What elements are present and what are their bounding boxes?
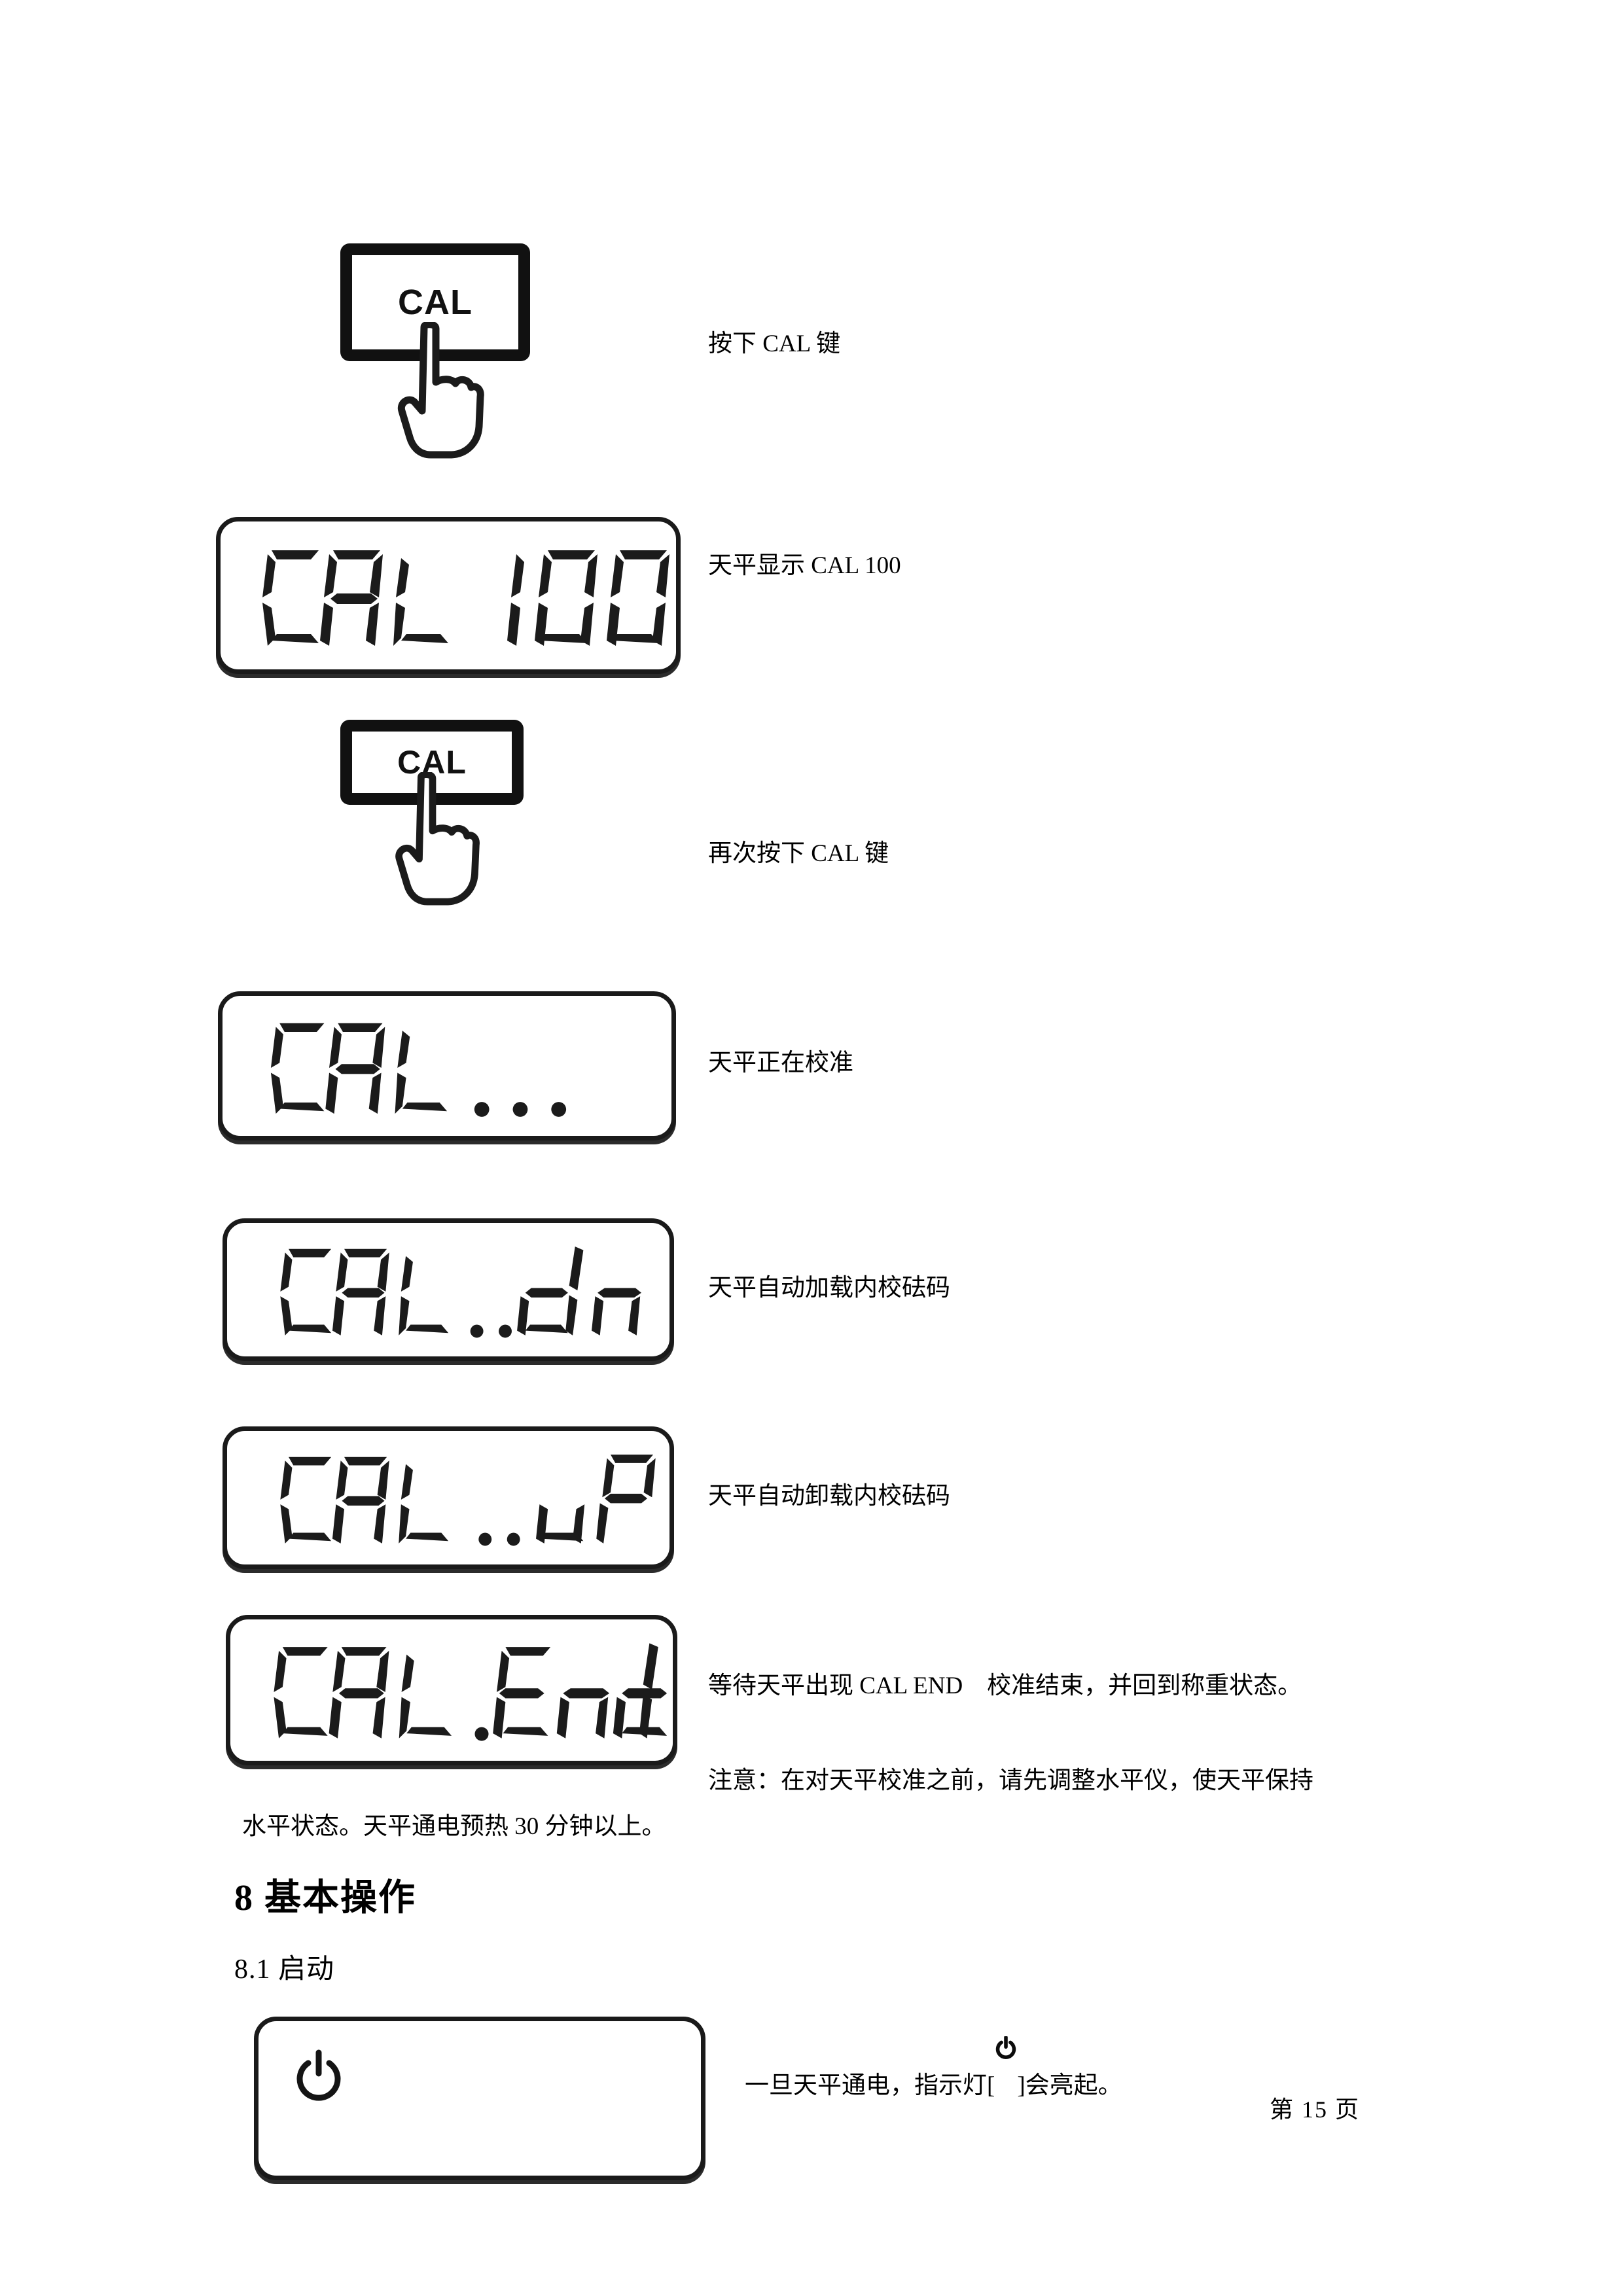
seven-segment-cal-up <box>280 1455 656 1546</box>
subsection-heading-8-1: 8.1 启动 <box>234 1954 335 1985</box>
cal-key-figure-2: CAL <box>340 720 524 916</box>
caption-startup-before: 一旦天平通电，指示灯 <box>745 2072 987 2099</box>
step-press-cal-again: CAL <box>340 720 524 916</box>
caption-display-cal-up: 天平自动卸载内校砝码 <box>708 1483 950 1510</box>
pointing-hand-icon <box>397 322 484 459</box>
note-line-2: 水平状态。天平通电预热 30 分钟以上。 <box>242 1813 666 1840</box>
lcd-display-cal-up: CAL ..uP <box>223 1426 674 1569</box>
caption-startup-bracket-open: [ <box>987 2072 995 2099</box>
lcd-display-cal-dn: CAL ..dn <box>223 1218 674 1361</box>
power-icon <box>296 2049 341 2101</box>
note-line-1: 注意：在对天平校准之前，请先调整水平仪，使天平保持 <box>708 1767 1313 1794</box>
lcd-display-cal-end: CAL .End <box>226 1615 677 1765</box>
seven-segment-cal-end <box>274 1643 668 1741</box>
seven-segment-cal-dots <box>270 1023 567 1117</box>
caption-startup: 一旦天平通电，指示灯[]会亮起。 <box>745 2035 1122 2104</box>
caption-display-cal-dn: 天平自动加载内校砝码 <box>708 1275 950 1301</box>
step-press-cal: CAL <box>340 243 530 459</box>
caption-press-cal: 按下 CAL 键 <box>708 330 841 357</box>
caption-press-cal-again: 再次按下 CAL 键 <box>708 840 889 867</box>
caption-display-cal-dots: 天平正在校准 <box>708 1050 853 1076</box>
lcd-display-startup <box>254 2017 705 2180</box>
pointing-hand-icon-2 <box>395 772 480 906</box>
cal-key-label: CAL <box>398 283 473 322</box>
power-icon-inline <box>995 2034 1017 2059</box>
caption-startup-bracket-close: ] <box>1017 2072 1026 2099</box>
page-number: 第 15 页 <box>1270 2096 1361 2123</box>
seven-segment-cal-100 <box>262 550 669 646</box>
caption-display-cal-end: 等待天平出现 CAL END 校准结束，并回到称重状态。 <box>708 1672 1302 1699</box>
document-page: CAL 按下 CAL 键 天平显示 CAL 100 CAL 再次按下 CAL 键… <box>0 0 1623 2296</box>
cal-key-figure: CAL <box>340 243 530 459</box>
lcd-display-cal-dots: CAL ... <box>218 991 676 1140</box>
lcd-display-cal-100: CAL 100 <box>216 517 681 674</box>
caption-startup-after: 会亮起。 <box>1025 2072 1122 2099</box>
caption-display-cal-100: 天平显示 CAL 100 <box>708 552 901 579</box>
seven-segment-cal-dn <box>280 1246 642 1338</box>
section-heading-8: 8 基本操作 <box>234 1878 416 1918</box>
